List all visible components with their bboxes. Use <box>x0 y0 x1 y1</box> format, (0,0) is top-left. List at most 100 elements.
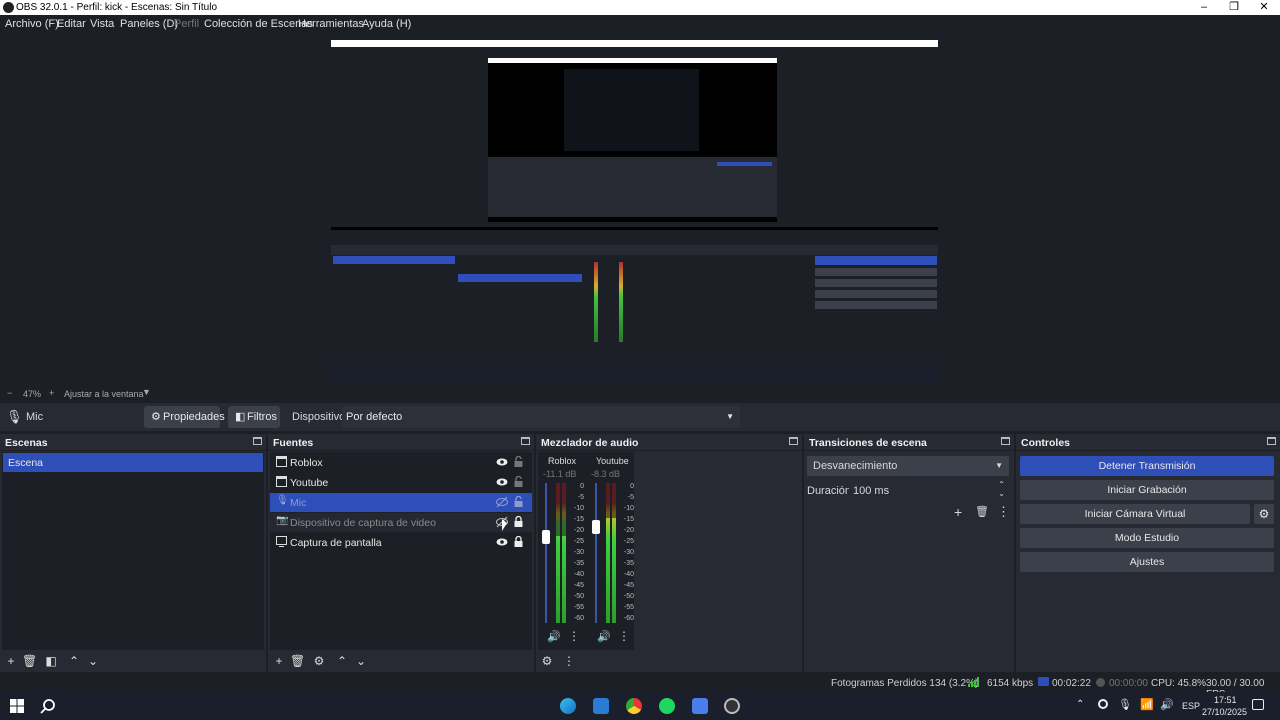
eye-icon[interactable] <box>496 536 508 548</box>
store-icon[interactable] <box>593 698 609 714</box>
chevron-up-icon[interactable]: ⌃ <box>998 480 1005 489</box>
chevron-up-icon[interactable]: ⌃ <box>1076 699 1084 710</box>
float-dock-icon[interactable] <box>253 437 262 445</box>
more-vertical-icon[interactable]: ⋮ <box>997 504 1010 520</box>
menu-editar[interactable]: Editar <box>57 18 86 30</box>
settings-button[interactable]: Ajustes <box>1020 552 1274 572</box>
unlock-icon[interactable] <box>513 476 524 488</box>
lock-icon[interactable] <box>513 516 524 528</box>
roblox-icon[interactable] <box>692 698 708 714</box>
volume-slider-handle[interactable] <box>542 530 550 544</box>
notifications-icon[interactable] <box>1252 699 1264 710</box>
filters-button[interactable]: ◧ Filtros <box>228 406 280 428</box>
trash-icon[interactable]: 🗑 <box>975 505 989 518</box>
source-item-mic[interactable]: 🎙 Mic <box>270 493 532 512</box>
settings-icon[interactable]: ⚙ <box>540 654 554 668</box>
menu-coleccion[interactable]: Colección de Escenas <box>204 18 313 30</box>
clock-time[interactable]: 17:51 <box>1214 695 1237 705</box>
source-item-roblox[interactable]: Roblox <box>270 453 532 472</box>
stop-streaming-button[interactable]: Detener Transmisión <box>1020 456 1274 476</box>
duration-spinbox[interactable]: 100 ms ⌃ ⌄ <box>849 480 1009 500</box>
source-item-youtube[interactable]: Youtube <box>270 473 532 492</box>
chevron-down-icon[interactable]: ⌄ <box>86 654 100 668</box>
transition-select[interactable]: Desvanecimiento ▼ <box>807 456 1009 476</box>
float-dock-icon[interactable] <box>1267 437 1276 445</box>
search-icon[interactable] <box>40 698 56 714</box>
meter-tick: -20 <box>623 527 634 534</box>
unlock-icon[interactable] <box>513 496 524 508</box>
meter-tick: -20 <box>573 527 584 534</box>
clock-date[interactable]: 27/10/2025 <box>1202 707 1247 717</box>
meter-tick: -15 <box>573 516 584 523</box>
device-select[interactable]: Por defecto ▼ <box>342 406 740 428</box>
speaker-icon[interactable]: 🔊 <box>1160 698 1174 711</box>
transitions-dock: Transiciones de escena Desvanecimiento ▼… <box>804 434 1014 672</box>
minimize-icon[interactable]: – <box>1188 0 1220 15</box>
scene-item[interactable]: Escena <box>3 453 263 472</box>
menu-archivo[interactable]: Archivo (F) <box>5 18 59 30</box>
volume-slider-track[interactable] <box>595 483 597 623</box>
add-icon[interactable]: + <box>4 654 18 668</box>
menu-vista[interactable]: Vista <box>90 18 114 30</box>
controls-title: Controles <box>1021 437 1071 449</box>
stream-time: 00:02:22 <box>1052 678 1091 689</box>
add-icon[interactable]: + <box>272 654 286 668</box>
filter-icon: ◧ <box>235 411 246 423</box>
source-item-screen-capture[interactable]: Captura de pantalla <box>270 533 532 552</box>
source-item-video-capture[interactable]: 📷 Dispositivo de captura de video <box>270 513 532 532</box>
gear-icon[interactable]: ⚙ <box>312 654 326 668</box>
unlock-icon[interactable] <box>513 456 524 468</box>
windows-start-icon[interactable] <box>10 699 24 713</box>
zoom-fit-label[interactable]: Ajustar a la ventana <box>64 389 144 399</box>
source-label: Dispositivo de captura de video <box>290 517 436 529</box>
mic-icon[interactable]: 🎙 <box>1118 698 1132 711</box>
chevron-up-icon[interactable]: ⌃ <box>67 654 81 668</box>
volume-slider-handle[interactable] <box>592 520 600 534</box>
zoom-out-button[interactable]: − <box>7 388 12 398</box>
eye-hidden-icon[interactable] <box>496 496 508 508</box>
volume-slider-track[interactable] <box>545 483 547 623</box>
mic-icon: 🎙 <box>276 495 289 506</box>
eye-icon[interactable] <box>496 476 508 488</box>
start-recording-button[interactable]: Iniciar Grabación <box>1020 480 1274 500</box>
obs-tray-icon[interactable] <box>1098 699 1108 709</box>
speaker-icon[interactable]: 🔊 <box>547 630 561 643</box>
chevron-down-icon[interactable]: ⌄ <box>998 489 1005 498</box>
maximize-icon[interactable]: ❐ <box>1218 0 1250 15</box>
obs-icon[interactable] <box>724 698 740 714</box>
lock-icon[interactable] <box>513 536 524 548</box>
eye-icon[interactable] <box>496 456 508 468</box>
properties-button[interactable]: ⚙ Propiedades <box>144 406 225 428</box>
virtual-camera-gear-icon[interactable]: ⚙ <box>1254 504 1274 524</box>
trash-icon[interactable]: 🗑 <box>290 654 305 668</box>
more-vertical-icon[interactable]: ⋮ <box>562 654 576 668</box>
close-icon[interactable]: ✕ <box>1248 0 1280 15</box>
add-icon[interactable]: + <box>954 504 962 520</box>
language-indicator[interactable]: ESP <box>1182 701 1200 711</box>
meter-tick: -40 <box>623 571 634 578</box>
float-dock-icon[interactable] <box>789 437 798 445</box>
chrome-icon[interactable] <box>626 698 642 714</box>
more-vertical-icon[interactable]: ⋮ <box>568 629 580 643</box>
chevron-up-icon[interactable]: ⌃ <box>335 654 349 668</box>
zoom-in-button[interactable]: + <box>49 388 54 398</box>
menu-paneles[interactable]: Paneles (D) <box>120 18 178 30</box>
studio-mode-button[interactable]: Modo Estudio <box>1020 528 1274 548</box>
start-virtual-camera-button[interactable]: Iniciar Cámara Virtual <box>1020 504 1250 524</box>
edge-icon[interactable] <box>560 698 576 714</box>
spotify-icon[interactable] <box>659 698 675 714</box>
menu-herramientas[interactable]: Herramientas <box>298 18 364 30</box>
sources-list: Roblox Youtube 🎙 Mic 📷 Dispositivo de ca… <box>270 452 532 650</box>
more-vertical-icon[interactable]: ⋮ <box>618 629 630 643</box>
menu-perfil[interactable]: Perfil <box>174 18 199 30</box>
wifi-icon[interactable]: 📶 <box>1140 698 1154 711</box>
chevron-down-icon[interactable]: ▼ <box>142 387 151 397</box>
chevron-down-icon[interactable]: ⌄ <box>354 654 368 668</box>
float-dock-icon[interactable] <box>521 437 530 445</box>
filter-icon[interactable]: ◧ <box>44 654 58 668</box>
menu-ayuda[interactable]: Ayuda (H) <box>362 18 411 30</box>
monitor-icon <box>276 536 287 547</box>
float-dock-icon[interactable] <box>1001 437 1010 445</box>
speaker-icon[interactable]: 🔊 <box>597 630 611 643</box>
trash-icon[interactable]: 🗑 <box>22 654 37 668</box>
